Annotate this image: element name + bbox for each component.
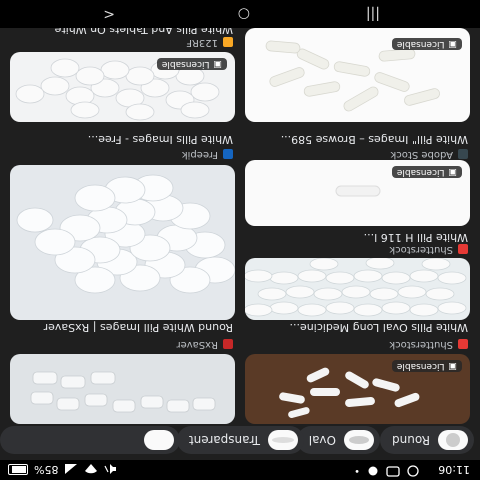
result-title[interactable]: White Pill H 116 l... <box>243 231 468 244</box>
result-image <box>10 165 235 320</box>
chip-oval[interactable]: Oval <box>296 426 380 454</box>
status-notification-icons: • <box>354 465 420 477</box>
licensable-badge: ▣ Licensable <box>391 360 462 372</box>
chip-thumb-more <box>144 430 174 450</box>
licensable-icon: ▣ <box>448 167 457 177</box>
chip-label: Oval <box>308 433 336 447</box>
result-info: Adobe Stock White Pill" Images – Browse … <box>245 120 470 160</box>
chip-thumb-transparent <box>268 430 298 450</box>
result-image: ▣ Licensable <box>10 52 235 122</box>
home-button[interactable]: ○ <box>238 6 250 22</box>
app-icon <box>368 466 378 476</box>
result-card[interactable]: ▣ Licensable 123RF White Pills And Table… <box>10 23 235 122</box>
result-title[interactable]: Round White Pill Images | RxSaver <box>8 321 233 334</box>
licensable-icon: ▣ <box>213 59 222 69</box>
result-card[interactable]: RxSaver Round White Pill Images | RxSave… <box>10 304 235 424</box>
wifi-icon <box>85 464 98 474</box>
licensable-icon: ▣ <box>448 361 457 371</box>
result-source: Shutterstock <box>389 244 468 255</box>
battery-percent: 85% <box>34 463 59 476</box>
screen: 11:06 • 85% Round Oval Transparent ▣ Lic… <box>0 0 480 480</box>
result-card[interactable]: ▣ Licensable Shutterstock White Pills Ov… <box>245 304 470 424</box>
chip-label: Transparent <box>188 433 260 447</box>
licensable-icon: ▣ <box>448 39 457 49</box>
result-title[interactable]: White Pills Images - Free... <box>8 133 233 146</box>
result-source: Adobe Stock <box>391 149 468 160</box>
notification-icon <box>407 465 419 477</box>
signal-icon <box>65 464 78 475</box>
chip-thumb-round <box>438 430 468 450</box>
status-system-icons: 85% <box>8 463 118 476</box>
navigation-bar: ||| ○ < <box>0 0 480 28</box>
chat-icon <box>386 466 400 477</box>
filter-chips: Round Oval Transparent <box>0 422 480 454</box>
more-dot-icon: • <box>354 465 360 477</box>
result-card[interactable]: ▣ Licensable <box>245 160 470 226</box>
source-favicon-icon <box>223 37 233 48</box>
mute-icon <box>104 464 117 475</box>
result-image <box>245 258 470 320</box>
result-source: 123RF <box>186 37 233 48</box>
result-card[interactable] <box>10 165 235 320</box>
licensable-badge: ▣ Licensable <box>391 166 462 178</box>
status-bar: 11:06 • 85% <box>0 460 480 480</box>
licensable-badge: ▣ Licensable <box>156 58 227 70</box>
source-favicon-icon <box>458 149 468 160</box>
result-image <box>10 354 235 424</box>
source-favicon-icon <box>458 339 468 350</box>
result-title[interactable]: White Pill" Images – Browse 589... <box>243 133 468 146</box>
result-image: ▣ Licensable <box>245 28 470 122</box>
result-info: White Pill H 116 l... <box>245 226 470 244</box>
result-image: ▣ Licensable <box>245 354 470 424</box>
back-button[interactable]: < <box>103 6 115 22</box>
source-favicon-icon <box>223 149 233 160</box>
result-source: Shutterstock <box>389 339 468 350</box>
source-favicon-icon <box>458 244 468 255</box>
licensable-badge: ▣ Licensable <box>391 38 462 50</box>
result-image: ▣ Licensable <box>245 160 470 226</box>
result-source: RxSaver <box>176 339 233 350</box>
status-time: 11:06 <box>438 463 470 476</box>
chip-more[interactable] <box>0 426 180 454</box>
result-card[interactable]: ▣ Licensable <box>245 27 470 122</box>
battery-icon <box>8 464 28 475</box>
chip-transparent[interactable]: Transparent <box>176 426 304 454</box>
chip-label: Round <box>392 433 430 447</box>
result-title[interactable]: White Pills Oval Long Medicine... <box>243 321 468 334</box>
recents-button[interactable]: ||| <box>366 6 380 22</box>
result-info: Freepik White Pills Images - Free... <box>10 126 235 160</box>
result-source: Freepik <box>182 149 233 160</box>
source-favicon-icon <box>223 339 233 350</box>
chip-round[interactable]: Round <box>380 426 474 454</box>
chip-thumb-oval <box>344 430 374 450</box>
